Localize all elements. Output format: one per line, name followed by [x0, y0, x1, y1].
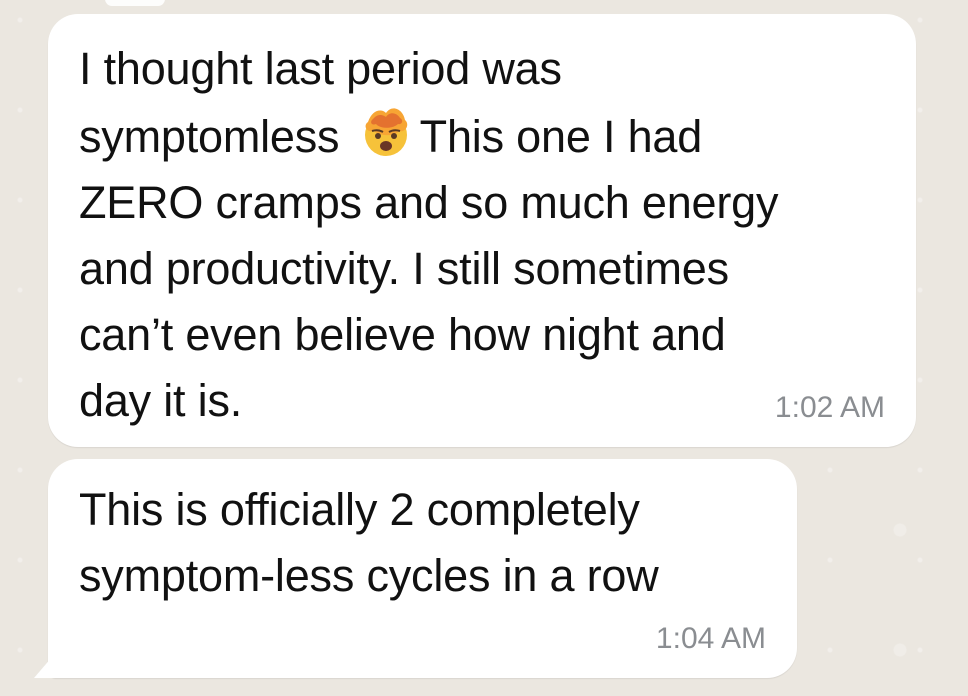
exploding-head-emoji-icon — [356, 102, 416, 162]
message-text: This is officially 2 completely symptom-… — [79, 484, 659, 601]
message-text: I thought last period was symptomless Th… — [79, 36, 879, 434]
message-timestamp: 1:04 AM — [655, 622, 766, 655]
incoming-message-bubble[interactable]: I thought last period was symptomless Th… — [48, 14, 916, 447]
message-timestamp: 1:02 AM — [774, 391, 885, 424]
message-tail — [34, 650, 58, 678]
incoming-message-bubble[interactable]: This is officially 2 completely symptom-… — [48, 459, 797, 678]
previous-message-bubble[interactable] — [105, 0, 165, 6]
